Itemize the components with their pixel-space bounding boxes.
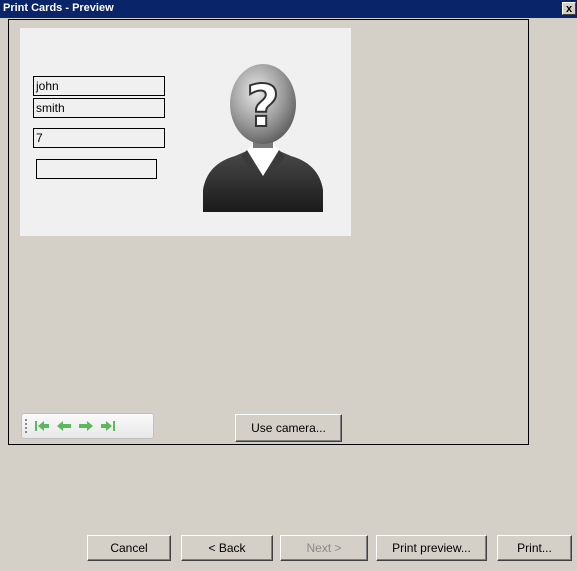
- use-camera-button[interactable]: Use camera...: [235, 414, 342, 442]
- record-navigation-bar: [21, 413, 154, 439]
- next-record-icon[interactable]: [78, 420, 94, 432]
- last-name-field: smith: [33, 98, 165, 118]
- print-preview-button[interactable]: Print preview...: [376, 535, 487, 561]
- close-button[interactable]: x: [562, 2, 576, 15]
- last-record-icon[interactable]: [100, 420, 116, 432]
- blank-field: [36, 159, 157, 179]
- first-record-icon[interactable]: [34, 420, 50, 432]
- cancel-button[interactable]: Cancel: [87, 535, 171, 561]
- first-name-field: john: [33, 76, 165, 96]
- card-preview-panel: john smith 7 ? Use camera...: [8, 19, 529, 445]
- title-bar: Print Cards - Preview x: [0, 0, 577, 18]
- previous-record-icon[interactable]: [56, 420, 72, 432]
- next-button[interactable]: Next >: [280, 535, 368, 561]
- svg-text:?: ?: [246, 72, 280, 140]
- window-title: Print Cards - Preview: [3, 2, 114, 14]
- close-icon: x: [565, 3, 573, 15]
- unknown-person-icon: ?: [203, 64, 323, 212]
- number-field: 7: [33, 128, 165, 148]
- toolbar-grip[interactable]: [25, 419, 27, 433]
- back-button[interactable]: < Back: [181, 535, 273, 561]
- print-button[interactable]: Print...: [497, 535, 572, 561]
- id-card: john smith 7 ?: [20, 28, 351, 236]
